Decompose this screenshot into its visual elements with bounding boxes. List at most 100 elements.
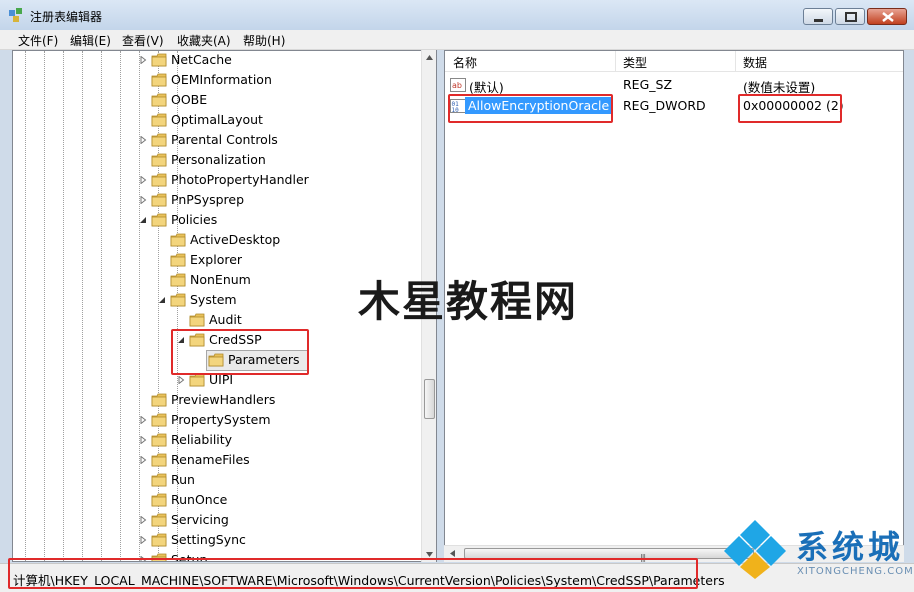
folder-icon bbox=[151, 393, 167, 407]
folder-icon bbox=[151, 453, 167, 467]
folder-icon bbox=[151, 473, 167, 487]
column-header-data[interactable]: 数据 bbox=[743, 54, 767, 71]
collapsed-arrow-icon[interactable] bbox=[139, 196, 147, 204]
brand-watermark: 系统城 bbox=[796, 528, 905, 566]
folder-icon bbox=[170, 273, 186, 287]
folder-icon bbox=[151, 173, 167, 187]
folder-icon bbox=[151, 513, 167, 527]
tree-item-run[interactable]: Run bbox=[13, 470, 433, 490]
tree-item-label: NetCache bbox=[171, 52, 232, 67]
brand-url-watermark: XITONGCHENG.COM bbox=[797, 566, 914, 577]
close-button[interactable] bbox=[867, 8, 907, 25]
tree-item-label: System bbox=[190, 292, 237, 307]
tree-item-label: PnPSysprep bbox=[171, 192, 245, 207]
folder-icon bbox=[151, 533, 167, 547]
tree-item-label: Run bbox=[171, 472, 195, 487]
tree-item-label: Policies bbox=[171, 212, 218, 227]
tree-item-label: NonEnum bbox=[190, 272, 251, 287]
expanded-arrow-icon[interactable] bbox=[158, 296, 166, 304]
tree-item-label: OEMInformation bbox=[171, 72, 272, 87]
folder-icon bbox=[151, 133, 167, 147]
title-bar: 注册表编辑器 bbox=[0, 0, 914, 30]
tree-item-label: Servicing bbox=[171, 512, 229, 527]
tree-item-parental-controls[interactable]: Parental Controls bbox=[13, 130, 433, 150]
folder-icon bbox=[151, 193, 167, 207]
regedit-icon bbox=[9, 8, 22, 22]
menu-edit[interactable]: 编辑(E) bbox=[70, 32, 111, 49]
menu-file[interactable]: 文件(F) bbox=[18, 32, 58, 49]
maximize-button[interactable] bbox=[835, 8, 865, 25]
value-type: REG_SZ bbox=[623, 77, 673, 92]
tree-item-settingsync[interactable]: SettingSync bbox=[13, 530, 433, 550]
folder-icon bbox=[189, 373, 205, 387]
value-type: REG_DWORD bbox=[623, 98, 706, 113]
tree-item-label: Personalization bbox=[171, 152, 266, 167]
tree-item-photopropertyhandler[interactable]: PhotoPropertyHandler bbox=[13, 170, 433, 190]
tree-item-runonce[interactable]: RunOnce bbox=[13, 490, 433, 510]
tree-item-optimallayout[interactable]: OptimalLayout bbox=[13, 110, 433, 130]
tree-item-label: RenameFiles bbox=[171, 452, 250, 467]
tree-item-label: Parental Controls bbox=[171, 132, 278, 147]
tree-item-pnpsysprep[interactable]: PnPSysprep bbox=[13, 190, 433, 210]
tree-scroll-thumb[interactable] bbox=[424, 379, 435, 419]
tree-item-oeminformation[interactable]: OEMInformation bbox=[13, 70, 433, 90]
tree-item-servicing[interactable]: Servicing bbox=[13, 510, 433, 530]
tree-item-label: PropertySystem bbox=[171, 412, 271, 427]
collapsed-arrow-icon[interactable] bbox=[139, 176, 147, 184]
highlight-status-path bbox=[8, 558, 698, 589]
folder-icon bbox=[151, 433, 167, 447]
menu-help[interactable]: 帮助(H) bbox=[243, 32, 285, 49]
column-divider[interactable] bbox=[615, 51, 616, 71]
value-row[interactable]: ab (默认) REG_SZ (数值未设置) bbox=[445, 74, 903, 96]
tree-item-reliability[interactable]: Reliability bbox=[13, 430, 433, 450]
column-header-name[interactable]: 名称 bbox=[453, 54, 477, 71]
brand-logo-icon bbox=[724, 520, 786, 579]
collapsed-arrow-icon[interactable] bbox=[139, 436, 147, 444]
tree-item-label: Audit bbox=[209, 312, 242, 327]
tree-item-label: OptimalLayout bbox=[171, 112, 263, 127]
column-header-type[interactable]: 类型 bbox=[623, 54, 647, 71]
tree-item-renamefiles[interactable]: RenameFiles bbox=[13, 450, 433, 470]
folder-icon bbox=[151, 413, 167, 427]
folder-icon bbox=[170, 233, 186, 247]
folder-icon bbox=[151, 73, 167, 87]
collapsed-arrow-icon[interactable] bbox=[139, 136, 147, 144]
scroll-left-icon[interactable] bbox=[448, 549, 457, 558]
folder-icon bbox=[151, 113, 167, 127]
tree-item-policies[interactable]: Policies bbox=[13, 210, 433, 230]
collapsed-arrow-icon[interactable] bbox=[139, 516, 147, 524]
folder-icon bbox=[151, 213, 167, 227]
collapsed-arrow-icon[interactable] bbox=[139, 416, 147, 424]
scroll-up-icon[interactable] bbox=[425, 53, 434, 62]
collapsed-arrow-icon[interactable] bbox=[139, 536, 147, 544]
menu-favorites[interactable]: 收藏夹(A) bbox=[177, 32, 231, 49]
expanded-arrow-icon[interactable] bbox=[139, 216, 147, 224]
tree-item-netcache[interactable]: NetCache bbox=[13, 51, 433, 70]
tree-item-label: SettingSync bbox=[171, 532, 246, 547]
tree-item-label: OOBE bbox=[171, 92, 208, 107]
minimize-button[interactable] bbox=[803, 8, 833, 25]
tree-item-propertysystem[interactable]: PropertySystem bbox=[13, 410, 433, 430]
tree-item-label: PhotoPropertyHandler bbox=[171, 172, 309, 187]
tree-item-label: PreviewHandlers bbox=[171, 392, 276, 407]
highlight-value-data bbox=[738, 94, 842, 123]
collapsed-arrow-icon[interactable] bbox=[177, 376, 185, 384]
collapsed-arrow-icon[interactable] bbox=[139, 456, 147, 464]
highlight-value-name bbox=[448, 94, 613, 123]
close-icon bbox=[882, 12, 894, 22]
tree-item-oobe[interactable]: OOBE bbox=[13, 90, 433, 110]
highlight-tree-keys bbox=[171, 329, 309, 375]
folder-icon bbox=[189, 313, 205, 327]
tree-item-personalization[interactable]: Personalization bbox=[13, 150, 433, 170]
tree-item-previewhandlers[interactable]: PreviewHandlers bbox=[13, 390, 433, 410]
window-title: 注册表编辑器 bbox=[30, 10, 103, 24]
tree-item-explorer[interactable]: Explorer bbox=[13, 250, 433, 270]
svg-text:ab: ab bbox=[452, 81, 462, 90]
folder-icon bbox=[170, 253, 186, 267]
column-divider[interactable] bbox=[735, 51, 736, 71]
menu-view[interactable]: 查看(V) bbox=[122, 32, 164, 49]
menu-bar: 文件(F) 编辑(E) 查看(V) 收藏夹(A) 帮助(H) bbox=[0, 30, 914, 50]
collapsed-arrow-icon[interactable] bbox=[139, 56, 147, 64]
folder-icon bbox=[151, 53, 167, 67]
tree-item-activedesktop[interactable]: ActiveDesktop bbox=[13, 230, 433, 250]
